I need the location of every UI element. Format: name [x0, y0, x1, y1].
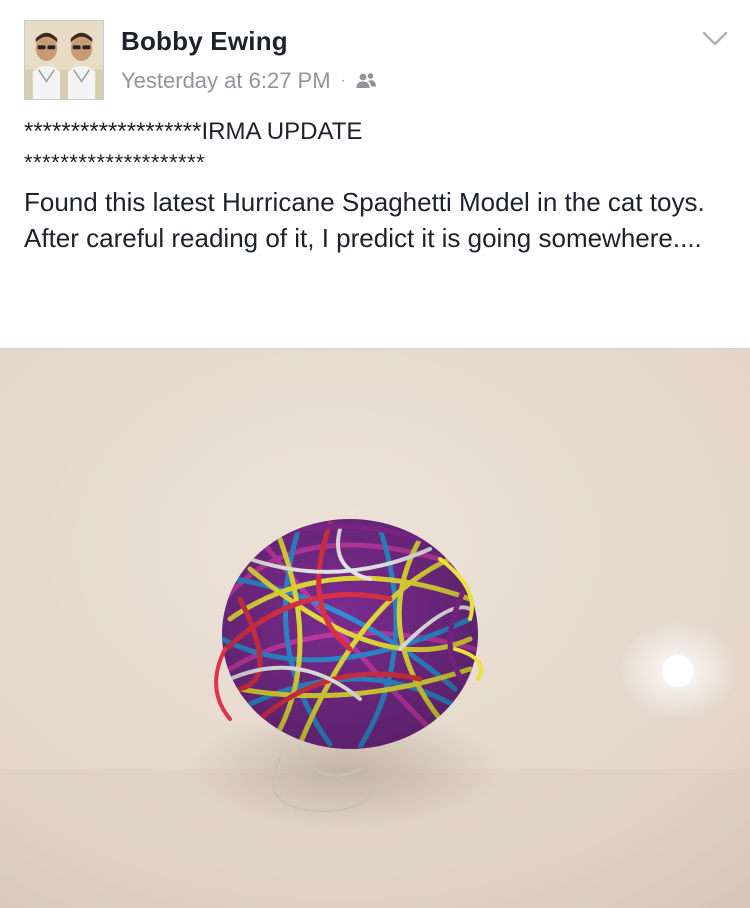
avatar-image	[25, 21, 103, 99]
meta-separator: ·	[340, 72, 346, 89]
post-photo[interactable]	[0, 348, 750, 908]
author-name[interactable]: Bobby Ewing	[121, 26, 288, 57]
post-header: Bobby Ewing Yesterday at 6:27 PM ·	[0, 0, 750, 112]
post-text-body-2: After careful reading of it, I predict i…	[24, 223, 702, 253]
post-timestamp[interactable]: Yesterday at 6:27 PM	[121, 68, 331, 94]
friends-icon[interactable]	[354, 71, 378, 91]
avatar[interactable]	[24, 20, 104, 100]
post-meta: Yesterday at 6:27 PM ·	[121, 67, 378, 95]
chevron-down-icon[interactable]	[702, 30, 728, 48]
yarn-ball-photo	[0, 349, 750, 908]
post-text-divider: ********************	[24, 150, 206, 175]
post-text-headline: *******************IRMA UPDATE	[24, 118, 363, 145]
facebook-post: Bobby Ewing Yesterday at 6:27 PM · *****…	[0, 0, 750, 908]
post-text-body-1: Found this latest Hurricane Spaghetti Mo…	[24, 187, 705, 217]
post-text: *******************IRMA UPDATE *********…	[24, 116, 730, 256]
